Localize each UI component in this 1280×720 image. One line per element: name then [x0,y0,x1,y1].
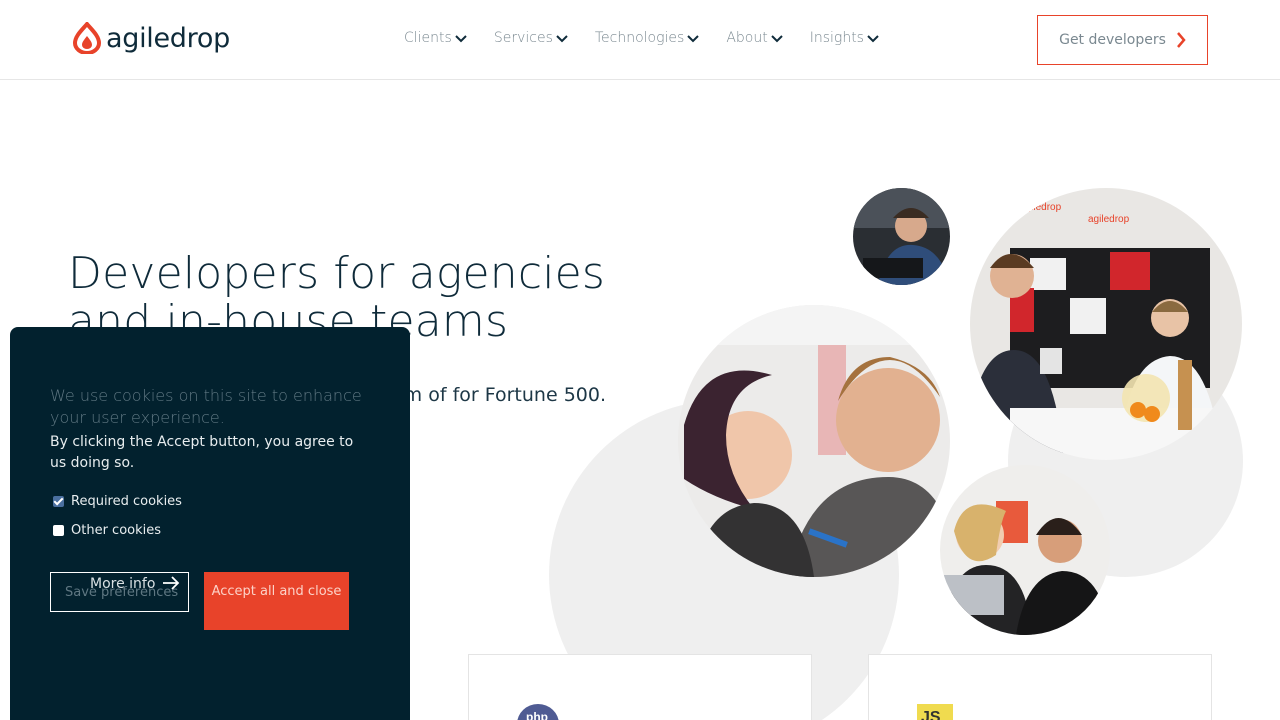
save-preferences-button[interactable]: Save preferences More info [50,572,189,612]
more-info-link[interactable]: More info [90,576,155,592]
nav-insights-label: Insights [809,30,864,46]
chevron-down-icon [687,34,700,42]
required-cookies-label: Required cookies [71,494,182,509]
javascript-logo-icon: JS [917,704,953,720]
get-developers-button[interactable]: Get developers [1037,15,1208,65]
accept-all-label: Accept all and close [211,584,342,599]
chevron-down-icon [771,34,783,42]
required-cookies-checkbox[interactable] [53,496,64,507]
nav-about-label: About [726,30,768,46]
nav-clients[interactable]: Clients [404,30,467,46]
other-cookies-checkbox[interactable] [53,525,64,536]
nav-services-label: Services [493,30,553,46]
nav-insights[interactable]: Insights [810,30,879,46]
team-photo-laughing [678,305,950,577]
chevron-down-icon [556,34,568,42]
other-cookies-checkbox-row[interactable]: Other cookies [53,523,161,538]
required-cookies-checkbox-row[interactable]: Required cookies [53,494,182,509]
team-photo-headset [853,188,950,285]
nav-clients-label: Clients [404,30,452,46]
nav-services[interactable]: Services [494,30,568,46]
svg-text:agiledrop: agiledrop [1088,214,1130,225]
tech-card-php[interactable]: php [468,654,812,720]
cookie-intro-text: We use cookies on this site to enhance y… [50,386,362,427]
tech-card-javascript[interactable]: JS [868,654,1212,720]
cookie-consent-text: By clicking the Accept button, you agree… [50,434,354,471]
arrow-right-icon [163,576,180,590]
nav-about[interactable]: About [726,30,783,46]
team-photo-laptop [940,465,1110,635]
cookie-banner: We use cookies on this site to enhance y… [10,327,410,720]
get-developers-label: Get developers [1059,32,1166,48]
svg-text:agiledrop: agiledrop [1020,202,1062,213]
nav-technologies-label: Technologies [594,30,685,46]
accept-all-button[interactable]: Accept all and close [204,572,349,630]
chevron-down-icon [455,34,467,42]
agiledrop-drop-icon [72,22,102,54]
chevron-right-icon [1176,32,1186,48]
main-nav: Clients Services Technologies About Insi… [404,30,879,46]
nav-technologies[interactable]: Technologies [594,30,700,46]
site-header: agiledrop Clients Services Technologies … [0,0,1280,80]
svg-text:JS: JS [921,709,941,720]
team-photo-office: agiledrop agiledrop [970,188,1242,460]
other-cookies-label: Other cookies [71,523,162,538]
svg-text:php: php [526,710,548,720]
logo-text: agiledrop [106,22,230,54]
chevron-down-icon [867,34,879,42]
php-logo-icon: php [517,704,559,720]
logo[interactable]: agiledrop [72,22,230,54]
